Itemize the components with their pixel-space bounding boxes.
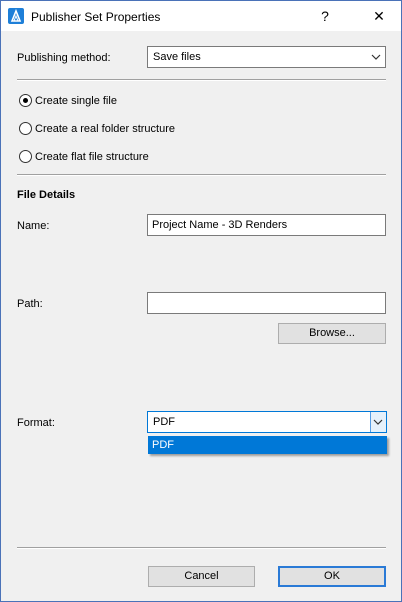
publisher-set-properties-dialog: Publisher Set Properties ? ✕ Publishing … xyxy=(0,0,402,602)
path-field[interactable] xyxy=(147,292,386,314)
help-button[interactable]: ? xyxy=(303,1,347,31)
path-label: Path: xyxy=(17,298,43,310)
format-dropdown-list[interactable]: PDF xyxy=(148,436,387,454)
chevron-down-icon xyxy=(373,419,383,425)
radio-create-flat-file-structure[interactable] xyxy=(19,150,32,163)
radio-create-single-file[interactable] xyxy=(19,94,32,107)
format-select[interactable]: PDF xyxy=(147,411,387,433)
title-bar[interactable]: Publisher Set Properties ? ✕ xyxy=(1,1,401,31)
ok-button[interactable]: OK xyxy=(278,566,386,587)
cancel-button[interactable]: Cancel xyxy=(148,566,255,587)
format-value: PDF xyxy=(153,416,175,428)
publishing-method-select[interactable]: Save files xyxy=(147,46,386,68)
file-details-heading: File Details xyxy=(17,189,76,201)
window-title: Publisher Set Properties xyxy=(31,10,161,24)
radio-label-flat-file[interactable]: Create flat file structure xyxy=(35,151,149,163)
separator xyxy=(17,547,386,549)
publishing-method-label: Publishing method: xyxy=(17,52,111,64)
browse-button[interactable]: Browse... xyxy=(278,323,386,344)
format-dropdown-button[interactable] xyxy=(370,412,386,432)
radio-label-real-folder[interactable]: Create a real folder structure xyxy=(35,123,175,135)
radio-create-real-folder-structure[interactable] xyxy=(19,122,32,135)
name-label: Name: xyxy=(17,220,50,232)
separator xyxy=(17,174,386,176)
chevron-down-icon xyxy=(371,54,381,60)
format-label: Format: xyxy=(17,417,55,429)
name-field[interactable]: Project Name - 3D Renders xyxy=(147,214,386,236)
archicad-app-icon xyxy=(8,8,24,24)
close-button[interactable]: ✕ xyxy=(357,1,401,31)
radio-label-single-file[interactable]: Create single file xyxy=(35,95,117,107)
publishing-method-value: Save files xyxy=(153,51,201,63)
format-option-pdf[interactable]: PDF xyxy=(152,439,174,451)
separator xyxy=(17,79,386,81)
